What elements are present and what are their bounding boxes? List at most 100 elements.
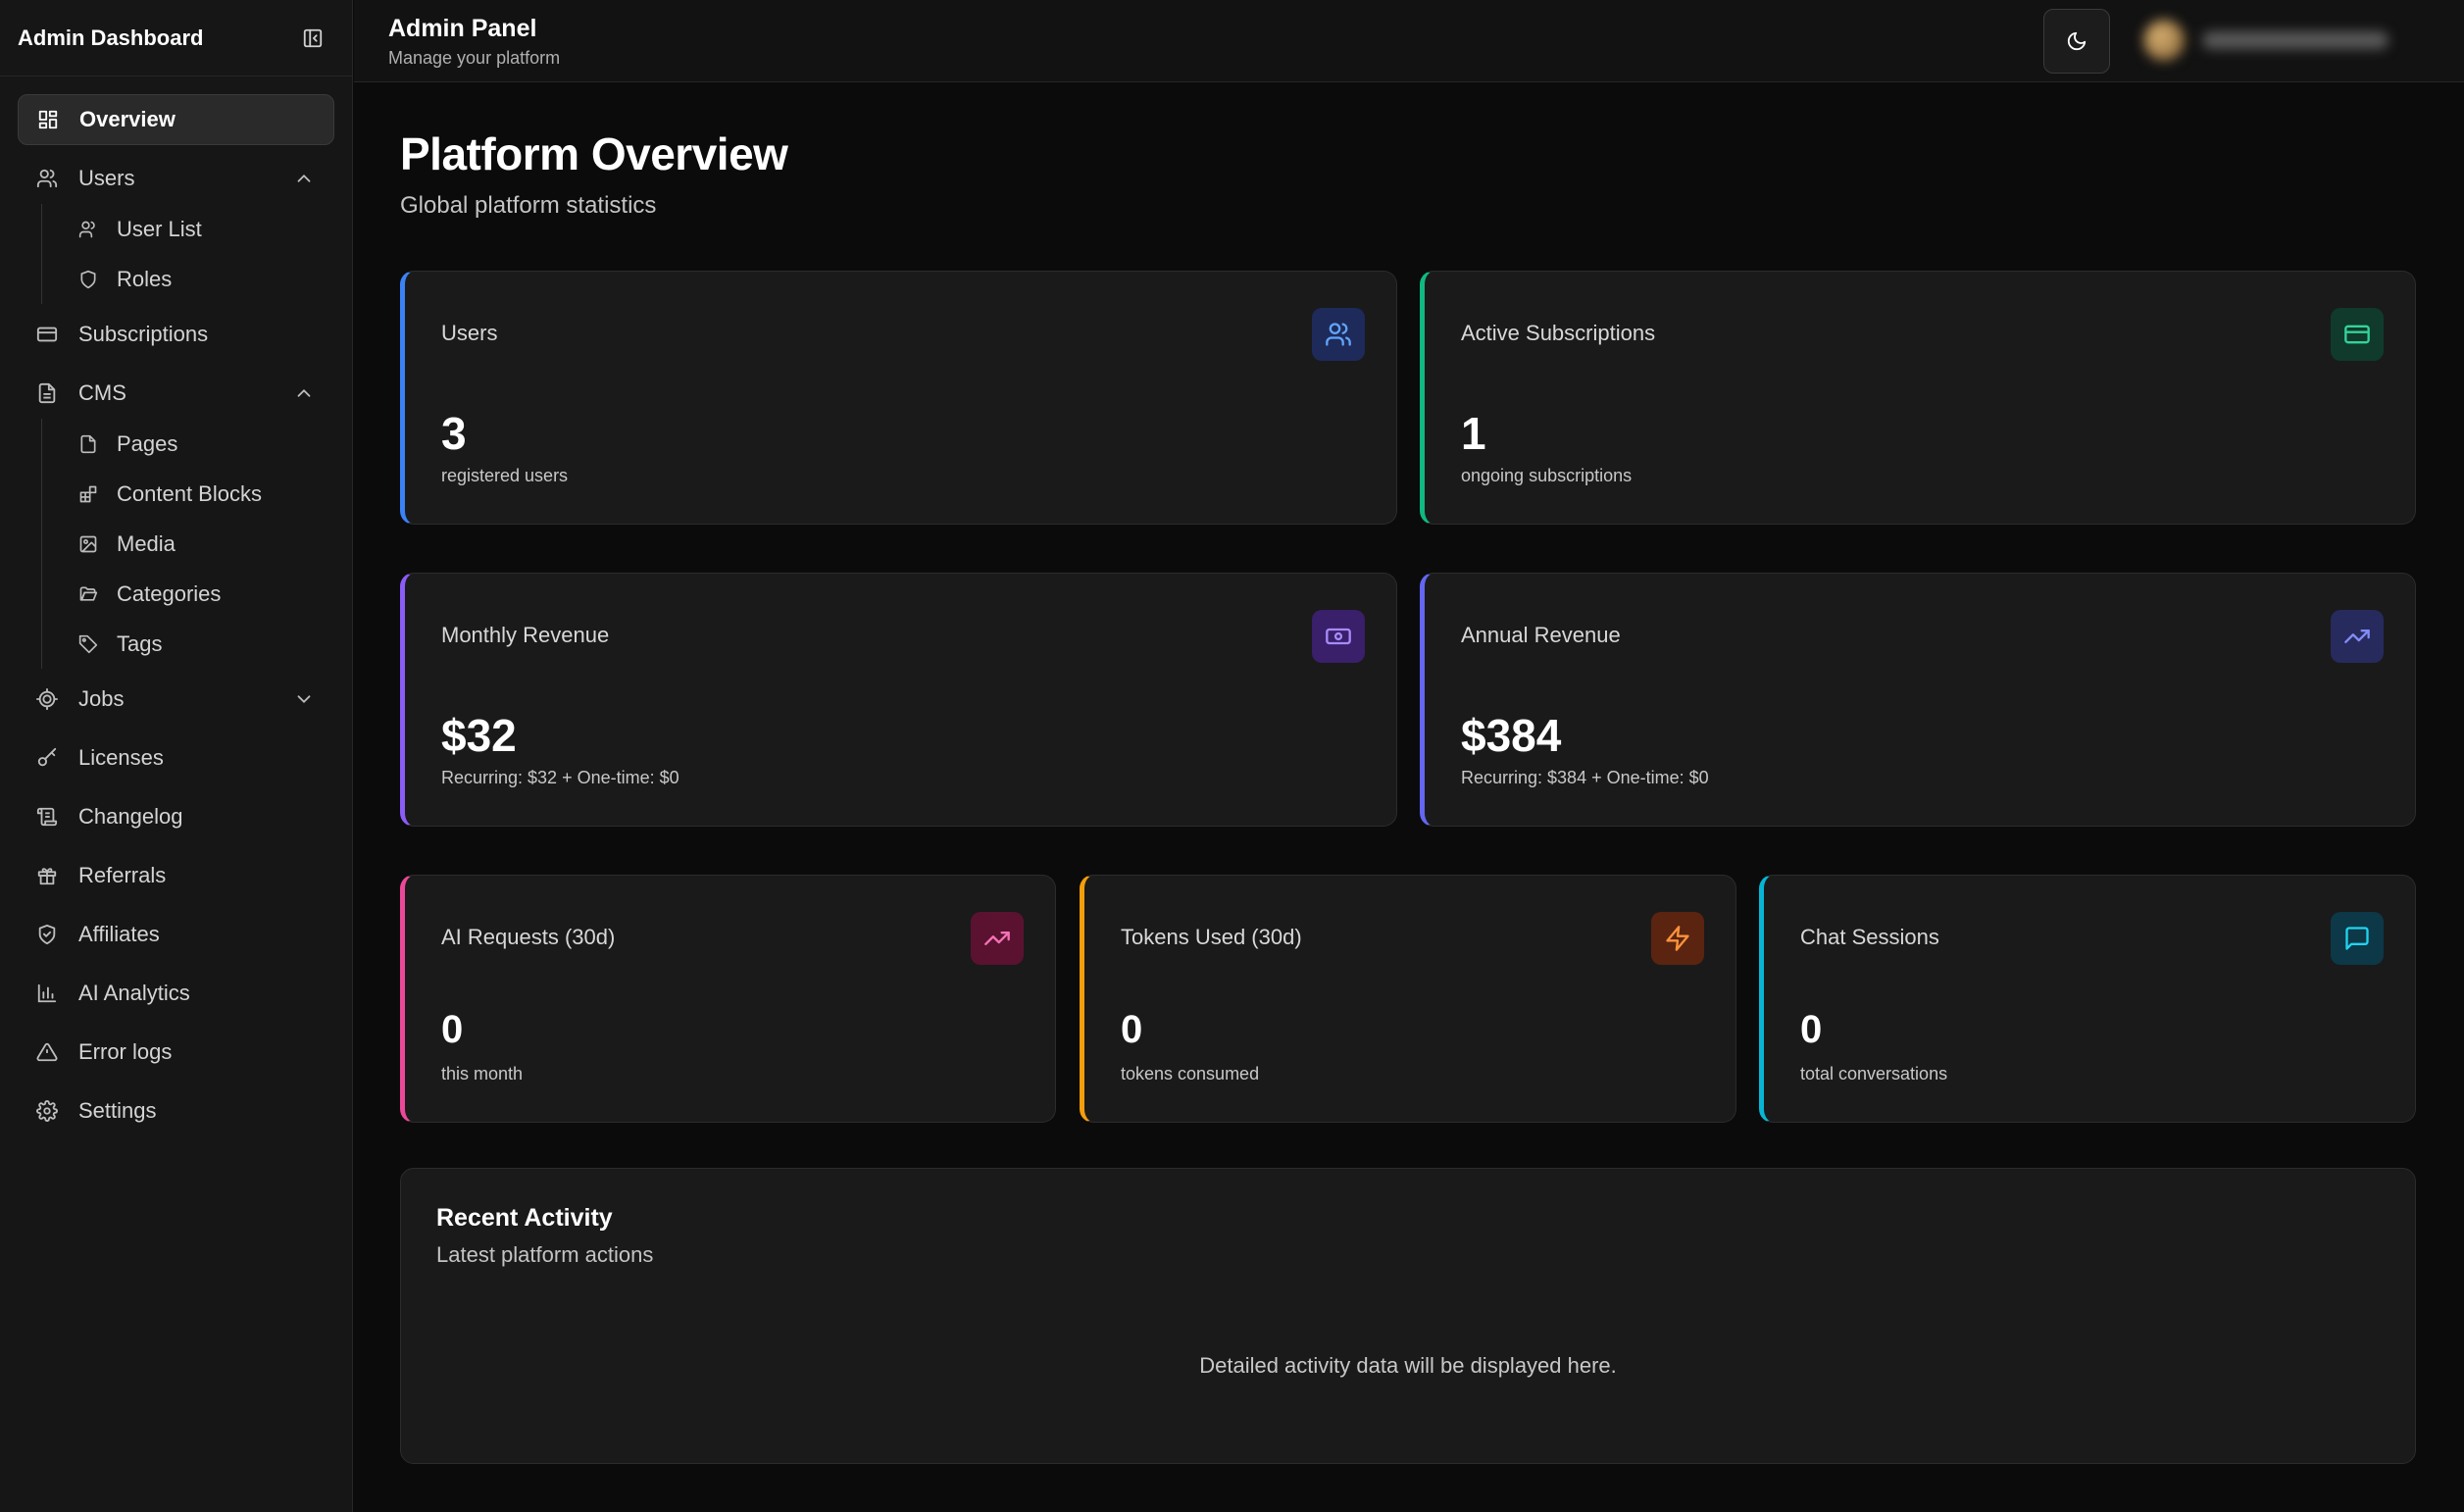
stat-card-subscriptions: Active Subscriptions 1 ongoing subscript… (1420, 271, 2416, 525)
stat-card-note: this month (441, 1064, 524, 1084)
topbar-subtitle: Manage your platform (388, 48, 561, 68)
sidebar-item-licenses[interactable]: Licenses (18, 732, 334, 783)
stat-card-annual-revenue: Annual Revenue $384 Recurring: $384 + On… (1420, 573, 2416, 827)
file-text-icon (35, 381, 59, 405)
chevron-up-icon (293, 382, 315, 404)
sidebar-item-label: Affiliates (78, 922, 160, 946)
stat-card-monthly-revenue: Monthly Revenue $32 Recurring: $32 + One… (400, 573, 1397, 827)
stat-card-value: 3 (441, 408, 467, 459)
bar-chart-icon (35, 982, 59, 1005)
trending-up-icon (971, 912, 1024, 965)
sidebar-title: Admin Dashboard (18, 25, 204, 50)
folder-open-icon (77, 583, 99, 605)
stat-card-label: Active Subscriptions (1461, 321, 1656, 345)
sidebar-item-label: Tags (117, 630, 163, 656)
stat-card-value: 0 (1121, 1008, 1143, 1051)
stat-card-label: Annual Revenue (1461, 623, 1621, 647)
stat-card-value: 0 (1800, 1008, 1823, 1051)
sidebar-header: Admin Dashboard (0, 0, 352, 76)
avatar (2143, 20, 2185, 61)
user-name-blurred (2202, 31, 2389, 49)
users-submenu: User List Roles (41, 204, 352, 304)
sidebar-item-label: Pages (117, 430, 178, 456)
sidebar-item-changelog[interactable]: Changelog (18, 791, 334, 842)
stat-card-label: Users (441, 321, 498, 345)
page-title: Platform Overview (400, 128, 788, 179)
stat-card-note: ongoing subscriptions (1461, 466, 1633, 485)
page-subtitle: Global platform statistics (400, 192, 657, 219)
stat-card-note: Recurring: $384 + One-time: $0 (1461, 768, 1709, 787)
sidebar-item-categories[interactable]: Categories (42, 569, 352, 619)
stat-card-value: 1 (1461, 408, 1486, 459)
topbar-title: Admin Panel (388, 15, 537, 42)
gift-icon (35, 864, 59, 887)
stat-card-label: Chat Sessions (1800, 925, 1939, 949)
file-icon (77, 433, 99, 455)
sidebar-toggle-icon[interactable] (301, 26, 325, 50)
sidebar-item-content-blocks[interactable]: Content Blocks (42, 469, 352, 519)
sidebar: Admin Dashboard Overview Users User List… (0, 0, 353, 1512)
chevron-down-icon (293, 688, 315, 710)
sidebar-item-media[interactable]: Media (42, 519, 352, 569)
sidebar-item-label: Licenses (78, 745, 164, 770)
sidebar-item-jobs[interactable]: Jobs (18, 674, 334, 725)
sidebar-item-tags[interactable]: Tags (42, 619, 352, 669)
cog-icon (35, 687, 59, 711)
sidebar-item-label: Changelog (78, 804, 183, 829)
topbar: Admin Panel Manage your platform (354, 0, 2464, 82)
theme-toggle-button[interactable] (2043, 9, 2110, 74)
settings-icon (35, 1099, 59, 1123)
message-square-icon (2331, 912, 2384, 965)
blocks-icon (77, 483, 99, 505)
sidebar-item-user-list[interactable]: User List (42, 204, 352, 254)
stat-card-tokens-used: Tokens Used (30d) 0 tokens consumed (1080, 875, 1736, 1123)
sidebar-item-label: User List (117, 216, 202, 241)
chevron-up-icon (293, 168, 315, 189)
credit-card-icon (35, 323, 59, 346)
stat-card-note: Recurring: $32 + One-time: $0 (441, 768, 679, 787)
sidebar-item-roles[interactable]: Roles (42, 254, 352, 304)
recent-activity-subtitle: Latest platform actions (436, 1242, 654, 1267)
sidebar-item-label: AI Analytics (78, 981, 190, 1005)
stat-card-note: registered users (441, 466, 569, 485)
sidebar-item-label: Categories (117, 580, 222, 606)
stat-card-label: AI Requests (30d) (441, 925, 616, 949)
stat-card-value: $32 (441, 710, 517, 761)
stat-card-note: total conversations (1800, 1064, 1948, 1084)
image-icon (77, 533, 99, 555)
sidebar-item-error-logs[interactable]: Error logs (18, 1027, 334, 1078)
scroll-text-icon (35, 805, 59, 829)
user-menu-button[interactable] (2134, 10, 2418, 71)
credit-card-icon (2331, 308, 2384, 361)
sidebar-item-label: Subscriptions (78, 322, 209, 346)
sidebar-item-label: Jobs (78, 686, 125, 711)
sidebar-item-overview[interactable]: Overview (18, 94, 334, 145)
layout-grid-icon (36, 108, 60, 131)
stat-card-value: $384 (1461, 710, 1562, 761)
sidebar-item-subscriptions[interactable]: Subscriptions (18, 309, 334, 360)
sidebar-item-ai-analytics[interactable]: AI Analytics (18, 968, 334, 1019)
handshake-icon (35, 923, 59, 946)
sidebar-item-settings[interactable]: Settings (18, 1085, 334, 1136)
sidebar-item-users[interactable]: Users (18, 153, 334, 204)
sidebar-item-pages[interactable]: Pages (42, 419, 352, 469)
stat-card-note: tokens consumed (1121, 1064, 1260, 1084)
sidebar-item-label: Error logs (78, 1039, 173, 1064)
sidebar-item-label: Roles (117, 266, 173, 291)
zap-icon (1651, 912, 1704, 965)
sidebar-item-label: Users (78, 166, 135, 190)
stat-card-chat-sessions: Chat Sessions 0 total conversations (1759, 875, 2416, 1123)
cms-submenu: Pages Content Blocks Media Categories Ta… (41, 419, 352, 669)
stat-card-label: Tokens Used (30d) (1121, 925, 1302, 949)
stat-card-users: Users 3 registered users (400, 271, 1397, 525)
shield-icon (77, 269, 99, 290)
sidebar-item-affiliates[interactable]: Affiliates (18, 909, 334, 960)
sidebar-item-cms[interactable]: CMS (18, 368, 334, 419)
sidebar-item-label: Referrals (78, 863, 167, 887)
banknote-icon (1312, 610, 1365, 663)
sidebar-item-referrals[interactable]: Referrals (18, 850, 334, 901)
stat-card-label: Monthly Revenue (441, 623, 610, 647)
key-icon (35, 746, 59, 770)
recent-activity-title: Recent Activity (436, 1204, 613, 1232)
sidebar-item-label: Media (117, 530, 176, 556)
